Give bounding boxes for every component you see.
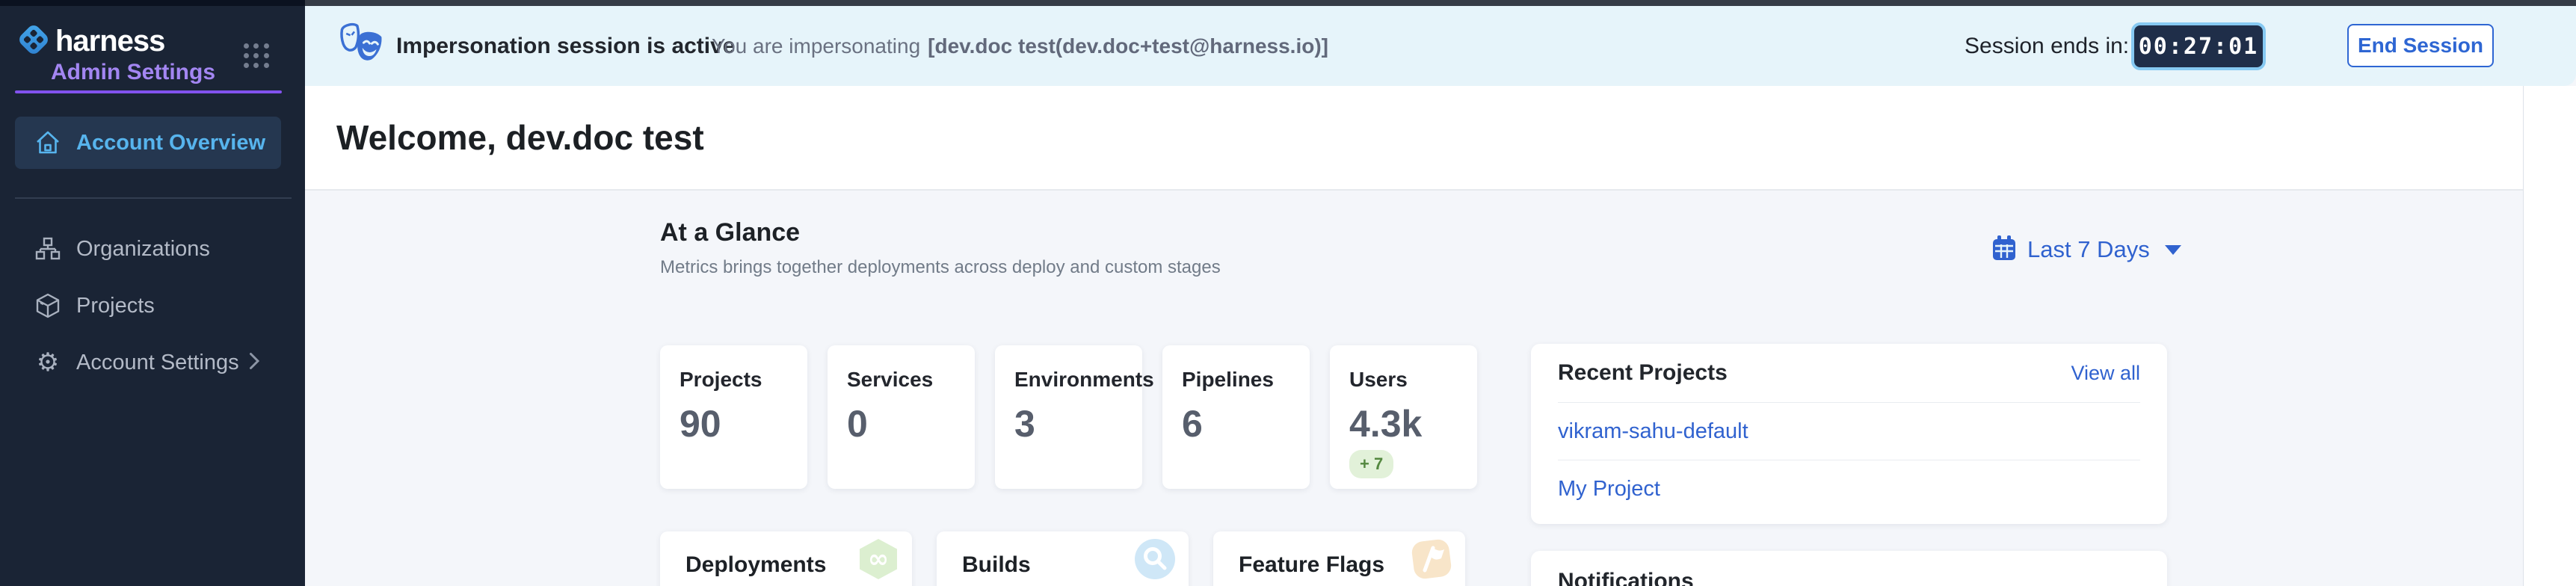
harness-logo-icon <box>16 22 51 61</box>
sidebar-item-label: Account Settings <box>76 351 239 375</box>
impersonation-masks-icon <box>338 21 386 71</box>
project-link[interactable]: My Project <box>1558 477 1660 502</box>
stat-value: 3 <box>1014 402 1035 445</box>
module-card-builds[interactable]: Builds <box>937 531 1189 586</box>
app-root: harness Admin Settings Account Overview <box>0 0 2576 586</box>
sidebar-item-organizations[interactable]: Organizations <box>15 223 281 275</box>
projects-cube-icon <box>34 292 61 319</box>
stat-value: 0 <box>847 402 868 445</box>
home-icon <box>34 129 61 156</box>
module-label: Deployments <box>685 552 826 578</box>
sidebar-item-label: Projects <box>76 294 155 318</box>
impersonation-banner: Impersonation session is active You are … <box>305 6 2576 86</box>
organizations-icon <box>34 235 61 262</box>
page-header: Welcome, dev.doc test <box>305 86 2523 191</box>
stat-label: Services <box>847 368 933 392</box>
sidebar-divider <box>15 197 292 199</box>
banner-subtitle-prefix: You are impersonating <box>712 34 920 58</box>
caret-down-icon <box>2165 245 2181 255</box>
module-grid-icon[interactable] <box>244 43 269 68</box>
stat-card-pipelines: Pipelines 6 <box>1162 345 1310 489</box>
sidebar-accent-divider <box>15 90 282 93</box>
recent-projects-title: Recent Projects <box>1558 360 1728 386</box>
recent-project-row[interactable]: vikram-sahu-default <box>1558 402 2140 460</box>
sidebar-item-account-settings[interactable]: ⚙ Account Settings <box>15 336 281 389</box>
end-session-button[interactable]: End Session <box>2347 24 2494 67</box>
stat-label: Users <box>1349 368 1408 392</box>
module-card-feature-flags[interactable]: Feature Flags <box>1213 531 1465 586</box>
date-range-label: Last 7 Days <box>2027 236 2150 263</box>
banner-title: Impersonation session is active <box>396 6 736 86</box>
section-title: At a Glance <box>660 218 800 247</box>
stat-label: Projects <box>680 368 762 392</box>
sidebar: harness Admin Settings Account Overview <box>0 6 305 586</box>
stat-label: Pipelines <box>1182 368 1274 392</box>
chevron-right-icon <box>249 352 260 374</box>
brand-name: harness <box>55 25 164 58</box>
session-ends-label: Session ends in: <box>1965 6 2129 86</box>
sidebar-item-label: Organizations <box>76 237 210 262</box>
calendar-icon <box>1991 235 2017 265</box>
builds-icon <box>1133 537 1177 581</box>
deployments-icon: ∞ <box>857 537 900 581</box>
sidebar-mode-label: Admin Settings <box>51 60 215 85</box>
feature-flags-icon <box>1410 537 1453 581</box>
gear-icon: ⚙ <box>34 349 61 376</box>
sidebar-item-label: Account Overview <box>76 131 265 155</box>
impersonated-user: [dev.doc test(dev.doc+test@harness.io)] <box>928 34 1328 58</box>
view-all-link[interactable]: View all <box>2071 362 2140 385</box>
stat-value: 90 <box>680 402 721 445</box>
top-strip-sidebar <box>0 0 305 6</box>
notifications-title: Notifications <box>1558 569 2140 586</box>
stat-card-projects: Projects 90 <box>660 345 807 489</box>
module-card-deployments[interactable]: Deployments ∞ <box>660 531 912 586</box>
stat-card-users: Users 4.3k + 7 <box>1330 345 1477 489</box>
module-label: Builds <box>962 552 1031 578</box>
notifications-panel: Notifications <box>1531 551 2167 586</box>
recent-projects-panel: Recent Projects View all vikram-sahu-def… <box>1531 344 2167 524</box>
harness-logo[interactable]: harness <box>16 22 164 61</box>
stats-row: Projects 90 Services 0 Environments 3 Pi… <box>660 345 1477 489</box>
sidebar-item-projects[interactable]: Projects <box>15 280 281 332</box>
top-strip <box>0 0 2576 6</box>
stat-value: 4.3k <box>1349 402 1422 445</box>
stat-label: Environments <box>1014 368 1154 392</box>
recent-project-row[interactable]: My Project <box>1558 460 2140 517</box>
project-link[interactable]: vikram-sahu-default <box>1558 419 1748 444</box>
stat-value: 6 <box>1182 402 1203 445</box>
right-rail <box>2523 86 2576 586</box>
section-subtitle: Metrics brings together deployments acro… <box>660 257 1221 278</box>
stat-delta-badge: + 7 <box>1349 450 1393 478</box>
modules-row: Deployments ∞ Builds Feature Flags <box>660 531 1465 586</box>
stat-card-services: Services 0 <box>828 345 975 489</box>
banner-subtitle: You are impersonating [dev.doc test(dev.… <box>712 6 1328 86</box>
date-range-picker[interactable]: Last 7 Days <box>1991 233 2181 266</box>
session-timer: 00:27:01 <box>2131 22 2266 70</box>
page-title: Welcome, dev.doc test <box>336 86 704 189</box>
module-label: Feature Flags <box>1239 552 1384 578</box>
sidebar-item-account-overview[interactable]: Account Overview <box>15 117 281 169</box>
stat-card-environments: Environments 3 <box>995 345 1142 489</box>
